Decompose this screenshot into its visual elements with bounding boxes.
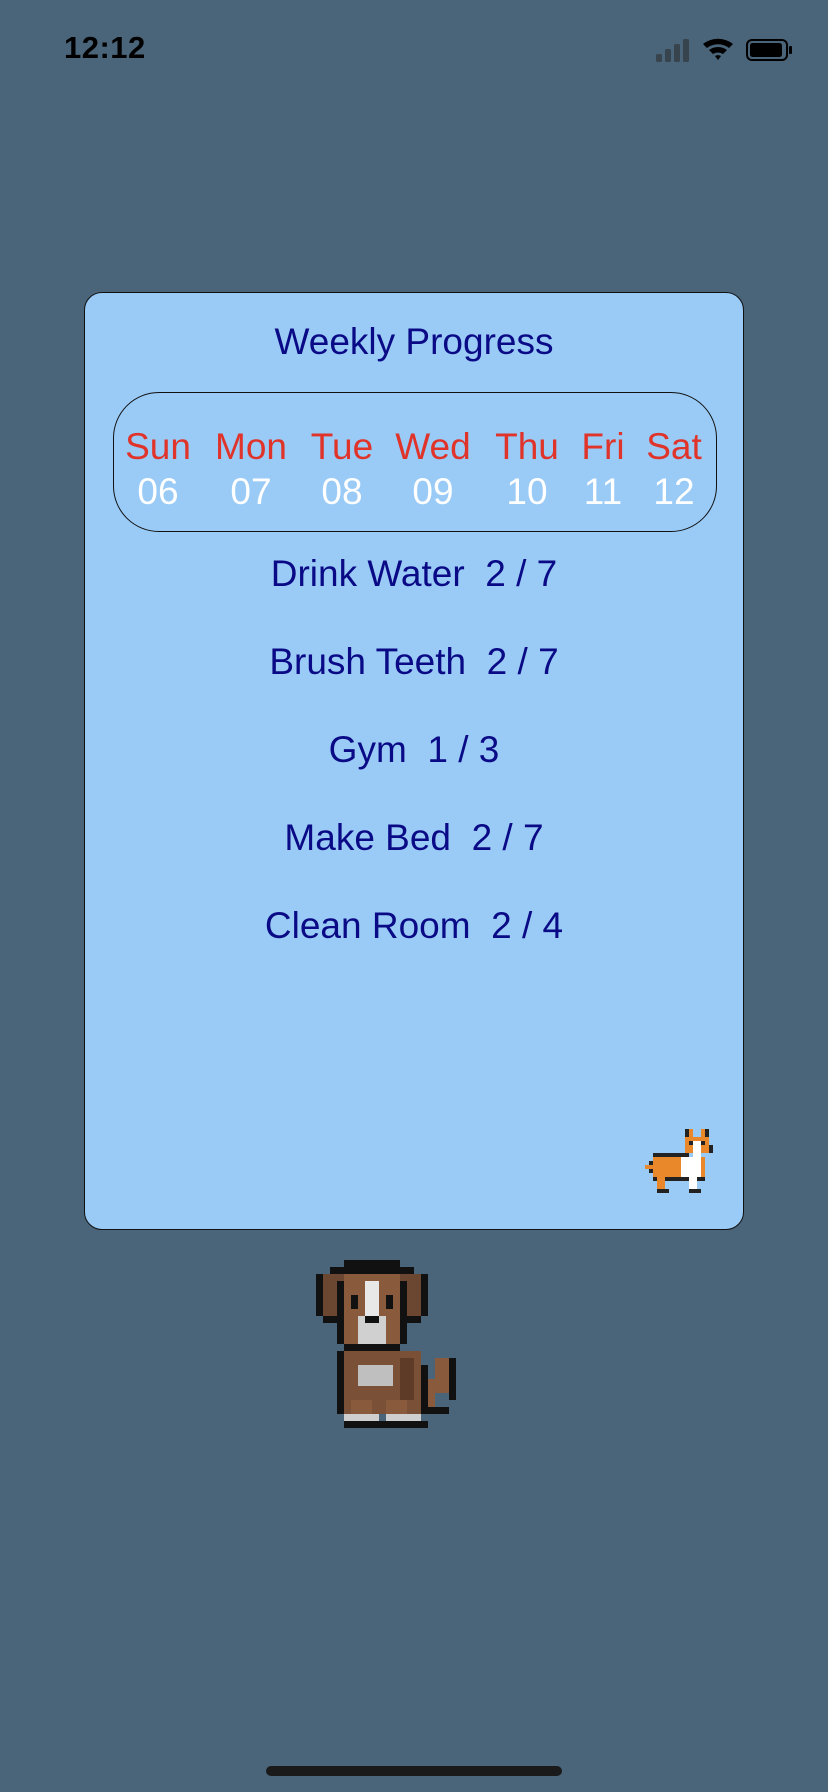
day-name: Fri [581, 426, 625, 467]
habit-gym[interactable]: Gym 1 / 3 [85, 729, 743, 771]
day-name: Sun [125, 426, 191, 467]
day-name: Tue [310, 426, 374, 467]
day-number: 12 [653, 471, 695, 512]
status-time: 12:12 [64, 30, 146, 65]
day-sat: Sat 12 [646, 425, 702, 515]
day-sun: Sun 06 [125, 425, 191, 515]
habit-clean-room[interactable]: Clean Room 2 / 4 [85, 905, 743, 947]
day-number: 06 [137, 471, 179, 512]
habit-drink-water[interactable]: Drink Water 2 / 7 [85, 553, 743, 595]
day-name: Wed [395, 426, 471, 467]
week-strip: Sun 06 Mon 07 Tue 08 Wed 09 Thu 10 Fri 1… [113, 392, 717, 532]
status-bar: 12:12 [0, 0, 828, 100]
day-number: 11 [583, 471, 623, 512]
corgi-pet-icon[interactable] [645, 1125, 717, 1197]
wifi-icon [703, 38, 733, 60]
day-fri: Fri 11 [581, 425, 624, 515]
puppy-pet-image[interactable] [316, 1258, 512, 1458]
day-number: 09 [412, 471, 454, 512]
cellular-signal-icon [656, 39, 689, 62]
day-name: Sat [646, 426, 702, 467]
day-name: Mon [215, 426, 287, 467]
day-number: 08 [321, 471, 363, 512]
card-title: Weekly Progress [274, 321, 554, 362]
habit-brush-teeth[interactable]: Brush Teeth 2 / 7 [85, 641, 743, 683]
day-number: 10 [506, 471, 548, 512]
day-tue: Tue 08 [311, 425, 373, 515]
day-name: Thu [495, 426, 559, 467]
day-thu: Thu 10 [495, 425, 559, 515]
weekly-progress-card: Weekly Progress Sun 06 Mon 07 Tue 08 Wed… [84, 292, 744, 1230]
status-icons [656, 36, 794, 64]
day-mon: Mon 07 [215, 425, 287, 515]
day-wed: Wed 09 [395, 425, 470, 515]
habit-make-bed[interactable]: Make Bed 2 / 7 [85, 817, 743, 859]
home-indicator[interactable] [266, 1766, 562, 1776]
battery-icon [746, 39, 792, 61]
day-number: 07 [230, 471, 272, 512]
